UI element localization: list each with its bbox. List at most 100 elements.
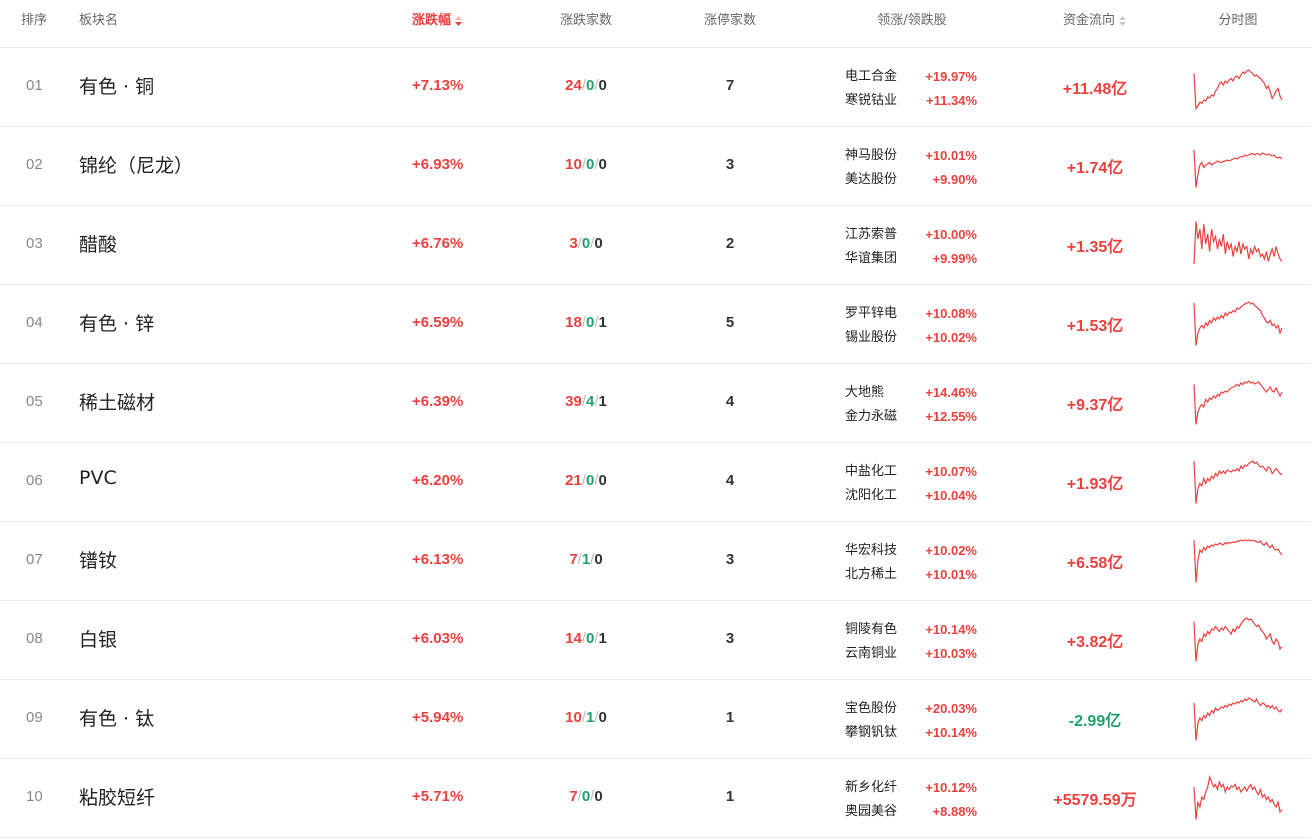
sector-name[interactable]: 粘胶短纤 xyxy=(79,783,155,810)
updown-counts: 39/4/1 xyxy=(565,393,607,410)
sort-icon xyxy=(1119,15,1126,26)
down-count: 0 xyxy=(594,788,603,805)
leader-stock-name[interactable]: 美达股份 xyxy=(845,168,915,192)
leader-stock-name[interactable]: 沈阳化工 xyxy=(845,484,915,508)
up-count: 18 xyxy=(565,314,582,331)
table-row[interactable]: 01 有色 · 铜 +7.13% 24/0/0 7 电工合金 +19.97% 寒锐… xyxy=(0,48,1311,127)
rank-number: 05 xyxy=(26,393,43,410)
limit-up-count: 7 xyxy=(725,77,735,94)
leader-stock-name[interactable]: 中盐化工 xyxy=(845,460,915,484)
leader-stock-pct: +10.14% xyxy=(925,725,977,740)
leader-stock-pct: +10.03% xyxy=(925,646,977,661)
table-row[interactable]: 09 有色 · 钛 +5.94% 10/1/0 1 宝色股份 +20.03% 攀钢… xyxy=(0,680,1311,759)
leader-stock-name[interactable]: 大地熊 xyxy=(845,381,915,405)
intraday-sparkline[interactable] xyxy=(1192,532,1284,588)
leader-stock-pct: +10.12% xyxy=(925,780,977,795)
header-flow[interactable]: 资金流向 xyxy=(1010,9,1180,28)
down-count: 0 xyxy=(598,156,607,173)
sort-desc-icon xyxy=(455,15,463,26)
intraday-sparkline[interactable] xyxy=(1192,216,1284,272)
header-name[interactable]: 板块名 xyxy=(79,9,118,28)
table-row[interactable]: 04 有色 · 锌 +6.59% 18/0/1 5 罗平锌电 +10.08% 锡业… xyxy=(0,285,1311,364)
header-sparkline: 分时图 xyxy=(1218,13,1258,28)
sector-name[interactable]: 有色 · 钛 xyxy=(79,704,154,731)
intraday-sparkline[interactable] xyxy=(1192,295,1284,351)
updown-counts: 18/0/1 xyxy=(565,314,607,331)
leader-stock-name[interactable]: 华谊集团 xyxy=(845,247,915,271)
change-percent: +6.13% xyxy=(412,551,464,568)
change-percent: +5.94% xyxy=(412,709,464,726)
header-updown[interactable]: 涨跌家数 xyxy=(520,9,652,28)
leader-stock-pct: +9.99% xyxy=(932,251,977,266)
leader-stock-name[interactable]: 攀钢钒钛 xyxy=(845,721,915,745)
limit-up-count: 3 xyxy=(725,630,735,647)
sector-name[interactable]: 白银 xyxy=(79,625,117,652)
table-row[interactable]: 02 锦纶（尼龙） +6.93% 10/0/0 3 神马股份 +10.01% 美达… xyxy=(0,127,1311,206)
leader-stocks: 铜陵有色 +10.14% 云南铜业 +10.03% xyxy=(845,618,977,666)
intraday-sparkline[interactable] xyxy=(1192,137,1284,193)
sector-ranking-table: 排序 板块名 涨跌幅 涨跌家数 涨停家数 领涨/领跌股 资金流向 分时图 01 … xyxy=(0,0,1311,838)
leader-stock-pct: +10.01% xyxy=(925,567,977,582)
rank-number: 01 xyxy=(26,77,43,94)
leader-stock-pct: +14.46% xyxy=(925,385,977,400)
header-limit[interactable]: 涨停家数 xyxy=(690,9,770,28)
leader-stock-name[interactable]: 铜陵有色 xyxy=(845,618,915,642)
table-row[interactable]: 05 稀土磁材 +6.39% 39/4/1 4 大地熊 +14.46% 金力永磁 +… xyxy=(0,364,1311,443)
flat-count: 1 xyxy=(581,551,591,568)
sector-name[interactable]: PVC xyxy=(79,467,117,489)
leader-stock-name[interactable]: 金力永磁 xyxy=(845,405,915,429)
leader-stock-pct: +11.34% xyxy=(926,93,977,108)
up-count: 24 xyxy=(565,77,582,94)
leader-stock-name[interactable]: 奥园美谷 xyxy=(845,800,915,824)
table-row[interactable]: 08 白银 +6.03% 14/0/1 3 铜陵有色 +10.14% 云南铜业 +1… xyxy=(0,601,1311,680)
intraday-sparkline[interactable] xyxy=(1192,374,1284,430)
sector-name[interactable]: 稀土磁材 xyxy=(79,388,155,415)
table-row[interactable]: 10 粘胶短纤 +5.71% 7/0/0 1 新乡化纤 +10.12% 奥园美谷 +… xyxy=(0,759,1311,838)
leader-stocks: 中盐化工 +10.07% 沈阳化工 +10.04% xyxy=(845,460,977,508)
leader-stock-pct: +10.01% xyxy=(925,148,977,163)
leader-stock-pct: +9.90% xyxy=(932,172,977,187)
change-percent: +6.76% xyxy=(412,235,464,252)
leader-stock-name[interactable]: 锡业股份 xyxy=(845,326,915,350)
header-pct-sorted[interactable]: 涨跌幅 xyxy=(412,9,463,28)
leader-stock-pct: +10.14% xyxy=(925,622,977,637)
leader-stock-name[interactable]: 罗平锌电 xyxy=(845,302,915,326)
sector-name[interactable]: 锦纶（尼龙） xyxy=(79,151,193,178)
updown-counts: 7/0/0 xyxy=(569,788,603,805)
header-leaders: 领涨/领跌股 xyxy=(877,13,947,28)
sector-name[interactable]: 有色 · 锌 xyxy=(79,309,154,336)
leader-stock-name[interactable]: 华宏科技 xyxy=(845,539,915,563)
flat-count: 0 xyxy=(581,788,591,805)
leader-stock-name[interactable]: 电工合金 xyxy=(845,65,915,89)
intraday-sparkline[interactable] xyxy=(1192,453,1284,509)
leader-stock-name[interactable]: 寒锐钴业 xyxy=(845,89,915,113)
sector-name[interactable]: 镨钕 xyxy=(79,546,117,573)
change-percent: +6.93% xyxy=(412,156,464,173)
leader-stock-name[interactable]: 江苏索普 xyxy=(845,223,915,247)
leader-stock-name[interactable]: 新乡化纤 xyxy=(845,776,915,800)
intraday-sparkline[interactable] xyxy=(1192,611,1284,667)
intraday-sparkline[interactable] xyxy=(1192,690,1284,746)
table-row[interactable]: 07 镨钕 +6.13% 7/1/0 3 华宏科技 +10.02% 北方稀土 +10… xyxy=(0,522,1311,601)
updown-counts: 24/0/0 xyxy=(565,77,607,94)
rank-number: 03 xyxy=(26,235,43,252)
sector-name[interactable]: 有色 · 铜 xyxy=(79,72,154,99)
limit-up-count: 5 xyxy=(725,314,735,331)
leader-stock-name[interactable]: 云南铜业 xyxy=(845,642,915,666)
intraday-sparkline[interactable] xyxy=(1192,58,1284,114)
intraday-sparkline[interactable] xyxy=(1192,769,1284,825)
updown-counts: 10/1/0 xyxy=(565,709,607,726)
sector-name[interactable]: 醋酸 xyxy=(79,230,117,257)
up-count: 39 xyxy=(565,393,582,410)
leader-stock-name[interactable]: 北方稀土 xyxy=(845,563,915,587)
down-count: 1 xyxy=(598,630,607,647)
table-row[interactable]: 03 醋酸 +6.76% 3/0/0 2 江苏索普 +10.00% 华谊集团 +9.… xyxy=(0,206,1311,285)
leader-stocks: 新乡化纤 +10.12% 奥园美谷 +8.88% xyxy=(845,776,977,824)
header-rank[interactable]: 排序 xyxy=(21,9,47,28)
leader-stocks: 罗平锌电 +10.08% 锡业股份 +10.02% xyxy=(845,302,977,350)
leader-stock-name[interactable]: 宝色股份 xyxy=(845,697,915,721)
table-row[interactable]: 06 PVC +6.20% 21/0/0 4 中盐化工 +10.07% 沈阳化工 +… xyxy=(0,443,1311,522)
change-percent: +6.39% xyxy=(412,393,464,410)
limit-up-count: 1 xyxy=(725,709,735,726)
leader-stock-name[interactable]: 神马股份 xyxy=(845,144,915,168)
